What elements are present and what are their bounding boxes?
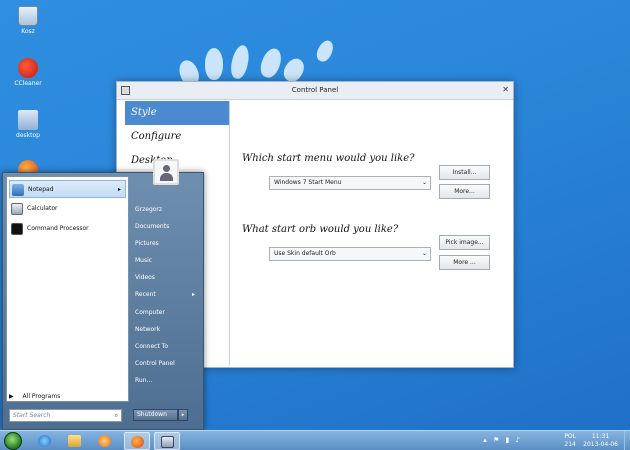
program-label: Calculator bbox=[27, 205, 58, 212]
search-placeholder: Start Search bbox=[13, 412, 51, 419]
program-command-processor[interactable]: Command Processor bbox=[9, 220, 126, 238]
chevron-right-icon: ▸ bbox=[117, 186, 121, 193]
place-label: Run... bbox=[135, 376, 153, 384]
nav-configure[interactable]: Configure bbox=[125, 125, 229, 149]
more-orb-button[interactable]: More ... bbox=[439, 255, 490, 270]
desktop-icon-label: Kosz bbox=[21, 28, 35, 35]
orb-select[interactable]: Use Skin default Orb ⌄ bbox=[269, 247, 431, 261]
start-menu: Notepad ▸ Calculator Command Processor ▶… bbox=[2, 172, 204, 430]
programs-pane: Notepad ▸ Calculator Command Processor bbox=[6, 176, 129, 402]
wallpaper-shape bbox=[314, 38, 336, 64]
main-content: Which start menu would you like? Windows… bbox=[231, 101, 513, 367]
chevron-down-icon: ⌄ bbox=[421, 179, 427, 186]
place-run[interactable]: Run... bbox=[131, 372, 201, 389]
desktop-icon-ccleaner[interactable]: CCleaner bbox=[8, 58, 48, 87]
taskbar: ▴ ⚑ ▮ ♪ POL 214 11:31 2013-04-06 bbox=[0, 430, 630, 450]
place-user[interactable]: Grzegorz bbox=[131, 201, 201, 218]
place-label: Documents bbox=[135, 223, 170, 231]
window-title: Control Panel bbox=[291, 86, 339, 94]
place-computer[interactable]: Computer bbox=[131, 304, 201, 321]
nav-style[interactable]: Style bbox=[125, 101, 229, 125]
desktop-icon-label: CCleaner bbox=[14, 80, 42, 87]
close-icon[interactable]: ✕ bbox=[502, 85, 509, 94]
triangle-right-icon: ▶ bbox=[9, 393, 14, 400]
language-sub: 214 bbox=[564, 441, 576, 448]
search-input[interactable]: Start Search ⌕ bbox=[9, 409, 122, 422]
notepad-icon bbox=[12, 184, 24, 196]
more-button[interactable]: More... bbox=[439, 184, 490, 199]
place-label: Network bbox=[135, 325, 161, 333]
user-icon bbox=[163, 165, 170, 172]
system-tray: ▴ ⚑ ▮ ♪ POL 214 11:31 2013-04-06 bbox=[0, 431, 630, 450]
search-icon: ⌕ bbox=[114, 412, 118, 419]
clock-time: 11:31 bbox=[591, 433, 610, 440]
place-label: Recent bbox=[135, 291, 156, 299]
desktop-icon-label: desktop bbox=[16, 132, 40, 139]
place-network[interactable]: Network bbox=[131, 321, 201, 338]
place-label: Connect To bbox=[135, 342, 169, 350]
clock[interactable]: 11:31 2013-04-06 bbox=[583, 433, 618, 449]
ccleaner-icon bbox=[18, 58, 38, 78]
clock-date: 2013-04-06 bbox=[583, 441, 618, 448]
place-label: Music bbox=[135, 257, 153, 265]
pick-image-button[interactable]: Pick image... bbox=[439, 235, 490, 250]
shutdown-button[interactable]: Shutdown bbox=[133, 409, 178, 421]
cmd-icon bbox=[11, 223, 23, 235]
chevron-right-icon: ▸ bbox=[191, 291, 195, 299]
all-programs-label: All Programs bbox=[22, 393, 61, 400]
program-label: Notepad bbox=[28, 186, 54, 193]
language-indicator[interactable]: POL 214 bbox=[564, 433, 576, 449]
place-label: Pictures bbox=[135, 240, 159, 248]
place-control-panel[interactable]: Control Panel bbox=[131, 355, 201, 372]
wallpaper-shape bbox=[257, 45, 285, 81]
program-calculator[interactable]: Calculator bbox=[9, 200, 126, 218]
wallpaper-shape bbox=[205, 48, 223, 80]
tray-icons[interactable]: ▴ ⚑ ▮ ♪ bbox=[483, 436, 522, 444]
start-menu-select-value: Windows 7 Start Menu bbox=[274, 179, 342, 186]
desktop-icon-desktop[interactable]: desktop bbox=[8, 110, 48, 139]
place-label: Videos bbox=[135, 274, 155, 282]
place-label: Computer bbox=[135, 308, 165, 316]
calculator-icon bbox=[11, 203, 23, 215]
wallpaper-shape bbox=[228, 43, 252, 81]
chevron-down-icon: ⌄ bbox=[421, 250, 427, 257]
orb-question: What start orb would you like? bbox=[242, 224, 399, 235]
place-documents[interactable]: Documents bbox=[131, 218, 201, 235]
place-pictures[interactable]: Pictures bbox=[131, 235, 201, 252]
place-videos[interactable]: Videos bbox=[131, 269, 201, 286]
start-menu-question: Which start menu would you like? bbox=[242, 153, 415, 164]
show-desktop-button[interactable] bbox=[624, 431, 630, 450]
desktop-icon-recycle-bin[interactable]: Kosz bbox=[8, 6, 48, 35]
desktop-file-icon bbox=[18, 110, 38, 130]
place-label: Grzegorz bbox=[135, 206, 163, 213]
all-programs[interactable]: ▶ All Programs bbox=[9, 393, 60, 400]
orb-select-value: Use Skin default Orb bbox=[274, 250, 336, 257]
window-titlebar[interactable]: Control Panel ✕ bbox=[117, 82, 513, 100]
program-notepad[interactable]: Notepad ▸ bbox=[9, 180, 126, 198]
place-recent[interactable]: Recent ▸ bbox=[131, 286, 201, 303]
recycle-bin-icon bbox=[18, 6, 38, 26]
place-label: Control Panel bbox=[135, 359, 175, 367]
user-icon-body bbox=[160, 173, 173, 181]
install-button[interactable]: Install... bbox=[439, 165, 490, 180]
shutdown-options-button[interactable]: ▸ bbox=[178, 409, 188, 421]
place-music[interactable]: Music bbox=[131, 252, 201, 269]
place-connect-to[interactable]: Connect To bbox=[131, 338, 201, 355]
start-menu-select[interactable]: Windows 7 Start Menu ⌄ bbox=[269, 176, 431, 190]
user-avatar[interactable] bbox=[153, 159, 179, 185]
language-label: POL bbox=[564, 433, 576, 440]
program-label: Command Processor bbox=[27, 225, 89, 232]
places-pane: Grzegorz Documents Pictures Music Videos… bbox=[131, 201, 201, 389]
